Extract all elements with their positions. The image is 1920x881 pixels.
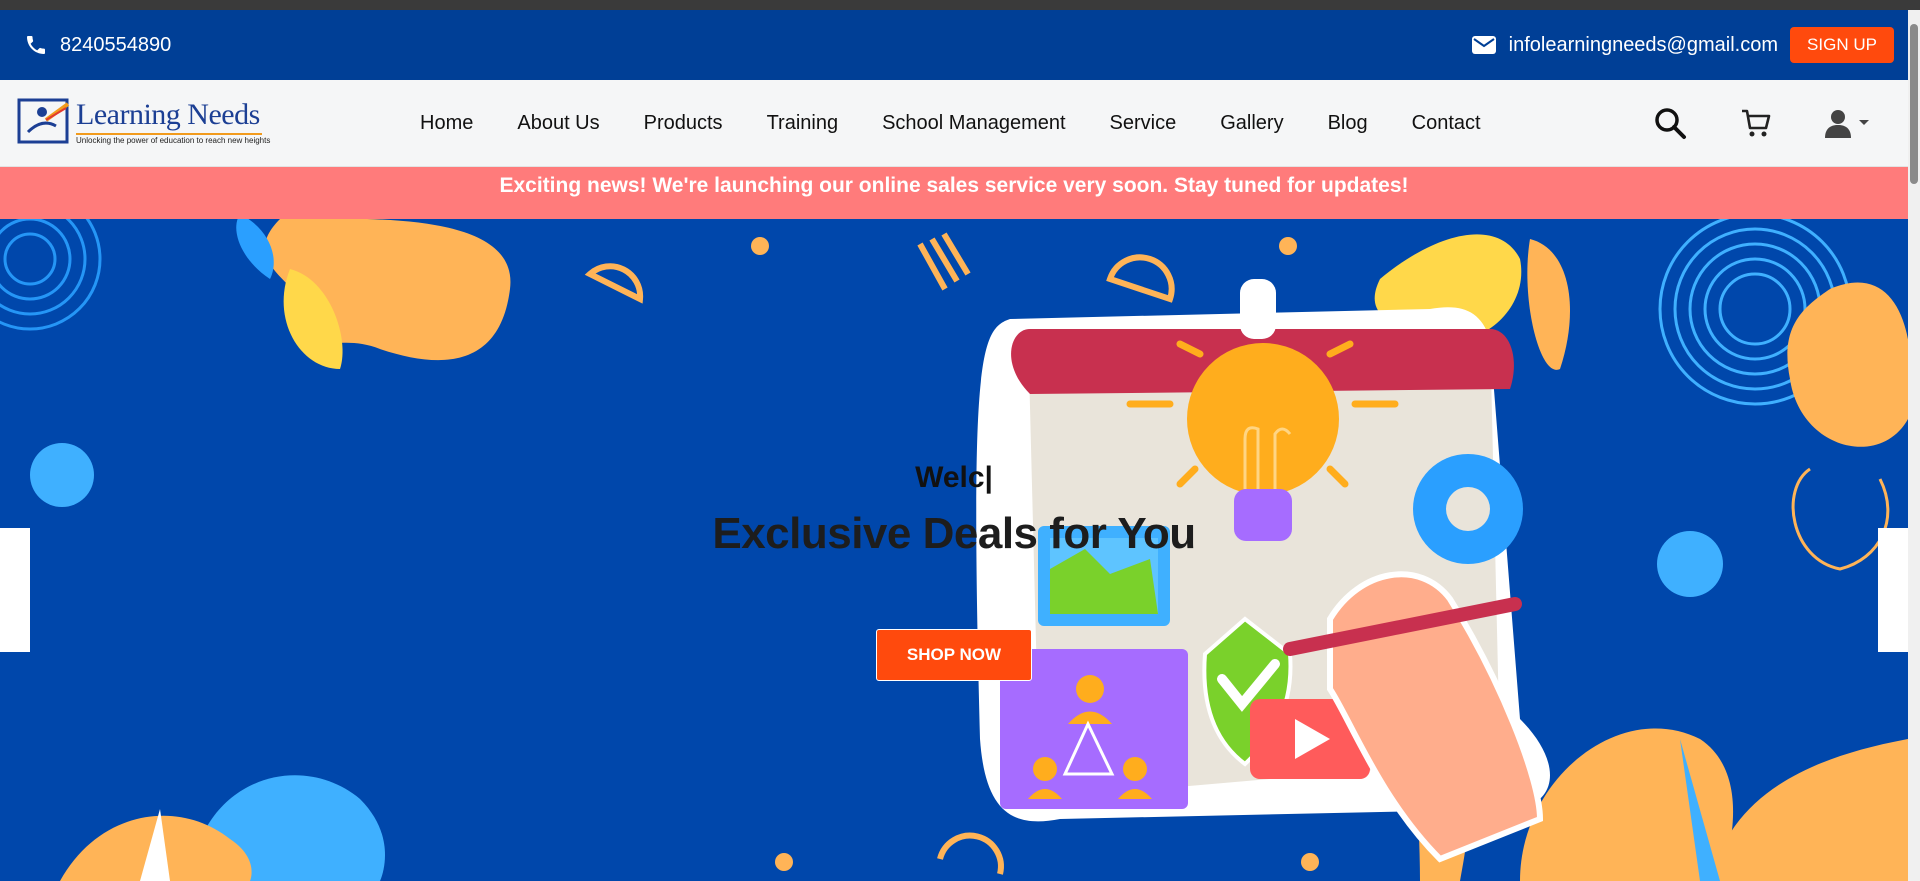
- hero-welcome-text: Welc|: [915, 461, 993, 494]
- nav-item-training[interactable]: Training: [745, 108, 861, 138]
- nav-icons: [1652, 105, 1870, 141]
- search-icon: [1655, 108, 1686, 139]
- nav-item-home[interactable]: Home: [420, 108, 495, 138]
- email-contact[interactable]: infolearningneeds@gmail.com: [1471, 32, 1778, 58]
- scrollbar[interactable]: [1908, 10, 1920, 881]
- announcement-text: Exciting news! We're launching our onlin…: [499, 174, 1409, 197]
- signup-button[interactable]: SIGN UP: [1790, 27, 1894, 63]
- nav-item-blog[interactable]: Blog: [1306, 108, 1390, 138]
- nav-menu: Home About Us Products Training School M…: [420, 108, 1503, 138]
- logo[interactable]: Learning Needs Unlocking the power of ed…: [16, 90, 270, 156]
- logo-tagline: Unlocking the power of education to reac…: [76, 136, 271, 145]
- user-menu[interactable]: [1824, 108, 1870, 138]
- user-icon: [1825, 110, 1851, 138]
- logo-mark-icon: [17, 98, 70, 144]
- phone-contact[interactable]: 8240554890: [24, 32, 171, 58]
- caret-down-icon: [1859, 120, 1869, 125]
- hero-title: Exclusive Deals for You: [712, 509, 1196, 558]
- email-address: infolearningneeds@gmail.com: [1508, 33, 1778, 56]
- shop-now-button[interactable]: SHOP NOW: [876, 629, 1032, 681]
- nav-item-contact[interactable]: Contact: [1390, 108, 1503, 138]
- nav-item-service[interactable]: Service: [1088, 108, 1199, 138]
- phone-number: 8240554890: [60, 33, 172, 56]
- nav-item-school-management[interactable]: School Management: [860, 108, 1087, 138]
- cart-icon: [1742, 109, 1771, 137]
- logo-underline: [76, 133, 262, 135]
- slide-prev-button[interactable]: [0, 528, 30, 652]
- search-button[interactable]: [1652, 105, 1688, 141]
- browser-top-edge: [0, 0, 1920, 10]
- announcement-bar: Exciting news! We're launching our onlin…: [0, 167, 1908, 219]
- nav-item-products[interactable]: Products: [622, 108, 745, 138]
- phone-icon: [27, 36, 45, 54]
- cart-button[interactable]: [1738, 105, 1774, 141]
- nav-item-gallery[interactable]: Gallery: [1198, 108, 1305, 138]
- top-info-bar: 8240554890 infolearningneeds@gmail.com S…: [0, 10, 1908, 80]
- envelope-icon: [1471, 36, 1496, 54]
- logo-name: Learning Needs: [76, 98, 260, 131]
- slide-next-button[interactable]: [1878, 528, 1908, 652]
- nav-item-about-us[interactable]: About Us: [495, 108, 621, 138]
- main-navbar: Learning Needs Unlocking the power of ed…: [0, 80, 1908, 167]
- page: 8240554890 infolearningneeds@gmail.com S…: [0, 10, 1908, 881]
- scrollbar-thumb[interactable]: [1910, 24, 1918, 184]
- hero-banner: Welc| Exclusive Deals for You SHOP NOW: [0, 219, 1908, 881]
